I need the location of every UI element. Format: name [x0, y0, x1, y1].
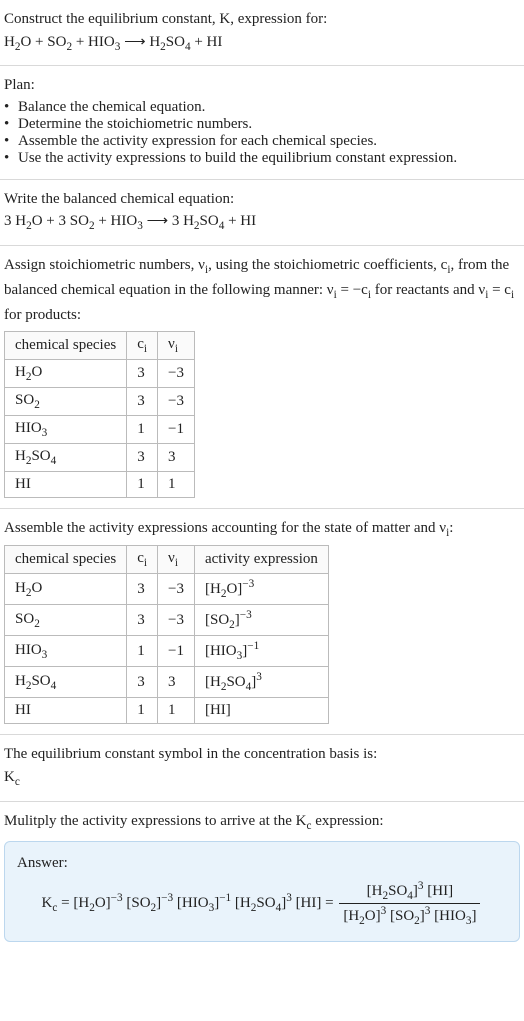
table-row: H2SO433[H2SO4]3 [5, 667, 329, 698]
table-cell: 3 [127, 605, 158, 636]
table-header-row: chemical species ci νi [5, 331, 195, 359]
col-species: chemical species [5, 546, 127, 574]
section-plan: Plan: •Balance the chemical equation.•De… [0, 66, 524, 180]
symbol-line1: The equilibrium constant symbol in the c… [4, 743, 520, 766]
col-ci: ci [127, 331, 158, 359]
table-cell: 3 [158, 667, 195, 698]
stoich-body: H2O3−3SO23−3HIO31−1H2SO433HI11 [5, 359, 195, 497]
table-cell: 3 [127, 387, 158, 415]
table-row: HI11[HI] [5, 698, 329, 724]
col-activity: activity expression [194, 546, 328, 574]
bullet-icon: • [4, 133, 18, 150]
list-item-label: Determine the stoichiometric numbers. [18, 116, 252, 133]
table-cell: HIO3 [5, 636, 127, 667]
list-item-label: Assemble the activity expression for eac… [18, 133, 377, 150]
table-cell: HI [5, 471, 127, 497]
table-cell: 1 [127, 636, 158, 667]
table-row: HIO31−1 [5, 415, 195, 443]
stoich-table: chemical species ci νi H2O3−3SO23−3HIO31… [4, 331, 195, 498]
col-species: chemical species [5, 331, 127, 359]
plan-list: •Balance the chemical equation.•Determin… [4, 99, 520, 167]
intro-prompt: Construct the equilibrium constant, K, e… [4, 8, 520, 31]
table-row: HIO31−1[HIO3]−1 [5, 636, 329, 667]
list-item: •Use the activity expressions to build t… [4, 150, 520, 167]
answer-numerator: [H2SO4]3 [HI] [339, 880, 480, 904]
table-cell: −3 [158, 359, 195, 387]
balanced-equation: 3 H2O + 3 SO2 + HIO3 ⟶ 3 H2SO4 + HI [4, 210, 520, 235]
answer-lhs: Kc = [H2O]−3 [SO2]−3 [HIO3]−1 [H2SO4]3 [… [42, 895, 338, 911]
table-cell: −3 [158, 605, 195, 636]
table-cell: SO2 [5, 605, 127, 636]
list-item: •Determine the stoichiometric numbers. [4, 116, 520, 133]
table-header-row: chemical species ci νi activity expressi… [5, 546, 329, 574]
bullet-icon: • [4, 116, 18, 133]
table-cell: −3 [158, 574, 195, 605]
activity-body: H2O3−3[H2O]−3SO23−3[SO2]−3HIO31−1[HIO3]−… [5, 574, 329, 724]
table-cell: 1 [127, 698, 158, 724]
activity-intro: Assemble the activity expressions accoun… [4, 517, 520, 542]
table-cell: −1 [158, 415, 195, 443]
table-cell: 3 [127, 574, 158, 605]
table-row: H2O3−3[H2O]−3 [5, 574, 329, 605]
table-cell: 1 [158, 698, 195, 724]
answer-box: Answer: Kc = [H2O]−3 [SO2]−3 [HIO3]−1 [H… [4, 841, 520, 943]
section-activity: Assemble the activity expressions accoun… [0, 509, 524, 736]
answer-fraction: [H2SO4]3 [HI][H2O]3 [SO2]3 [HIO3] [339, 880, 480, 927]
list-item-label: Balance the chemical equation. [18, 99, 205, 116]
table-cell: [SO2]−3 [194, 605, 328, 636]
table-cell: H2SO4 [5, 443, 127, 471]
section-intro: Construct the equilibrium constant, K, e… [0, 0, 524, 66]
section-stoich: Assign stoichiometric numbers, νi, using… [0, 246, 524, 508]
bullet-icon: • [4, 99, 18, 116]
col-ci: ci [127, 546, 158, 574]
table-cell: 1 [127, 471, 158, 497]
section-symbol: The equilibrium constant symbol in the c… [0, 735, 524, 801]
balanced-heading: Write the balanced chemical equation: [4, 188, 520, 211]
table-cell: 1 [127, 415, 158, 443]
answer-denominator: [H2O]3 [SO2]3 [HIO3] [339, 904, 480, 927]
table-cell: [H2SO4]3 [194, 667, 328, 698]
table-cell: HIO3 [5, 415, 127, 443]
bullet-icon: • [4, 150, 18, 167]
table-cell: [H2O]−3 [194, 574, 328, 605]
table-cell: SO2 [5, 387, 127, 415]
table-row: HI11 [5, 471, 195, 497]
table-cell: 3 [127, 443, 158, 471]
stoich-intro: Assign stoichiometric numbers, νi, using… [4, 254, 520, 326]
col-vi: νi [158, 546, 195, 574]
table-row: SO23−3[SO2]−3 [5, 605, 329, 636]
table-row: H2SO433 [5, 443, 195, 471]
table-cell: H2O [5, 359, 127, 387]
list-item-label: Use the activity expressions to build th… [18, 150, 457, 167]
answer-equation: Kc = [H2O]−3 [SO2]−3 [HIO3]−1 [H2SO4]3 [… [17, 880, 507, 927]
table-cell: [HIO3]−1 [194, 636, 328, 667]
table-cell: [HI] [194, 698, 328, 724]
multiply-intro: Mulitply the activity expressions to arr… [4, 810, 520, 835]
col-vi: νi [158, 331, 195, 359]
table-cell: H2SO4 [5, 667, 127, 698]
table-cell: H2O [5, 574, 127, 605]
answer-label: Answer: [17, 852, 507, 875]
table-cell: HI [5, 698, 127, 724]
table-cell: −3 [158, 387, 195, 415]
table-row: H2O3−3 [5, 359, 195, 387]
table-cell: 3 [158, 443, 195, 471]
table-row: SO23−3 [5, 387, 195, 415]
symbol-line2: Kc [4, 766, 520, 791]
table-cell: 3 [127, 667, 158, 698]
plan-heading: Plan: [4, 74, 520, 97]
table-cell: 1 [158, 471, 195, 497]
activity-table: chemical species ci νi activity expressi… [4, 545, 329, 724]
table-cell: 3 [127, 359, 158, 387]
intro-equation: H2O + SO2 + HIO3 ⟶ H2SO4 + HI [4, 31, 520, 56]
list-item: •Balance the chemical equation. [4, 99, 520, 116]
section-answer: Mulitply the activity expressions to arr… [0, 802, 524, 952]
list-item: •Assemble the activity expression for ea… [4, 133, 520, 150]
section-balanced: Write the balanced chemical equation: 3 … [0, 180, 524, 246]
table-cell: −1 [158, 636, 195, 667]
